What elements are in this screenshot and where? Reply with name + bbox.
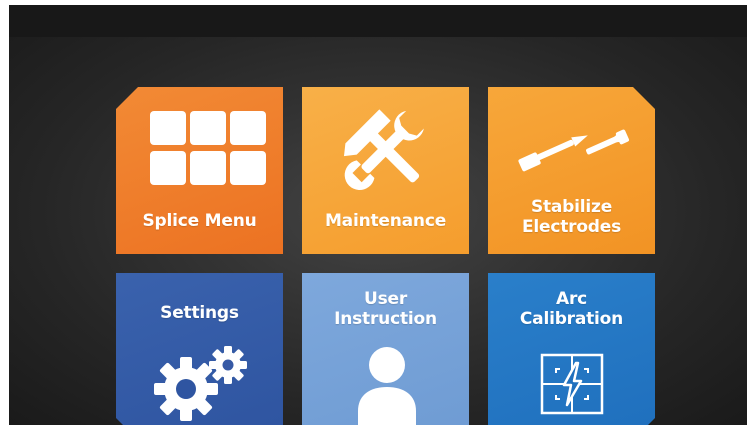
tools-icon (343, 109, 424, 190)
main-menu-panel: Splice Menu Maintenance Stabilize Electr… (9, 37, 747, 425)
user-label-line1: User (363, 289, 408, 309)
arc-label-line2: Calibration (519, 309, 624, 329)
gears-icon (146, 343, 256, 423)
stabilize-electrodes-label: Stabilize Electrodes (488, 197, 655, 237)
maintenance-tile[interactable]: Maintenance (302, 87, 469, 254)
arc-calibration-tile[interactable]: Arc Calibration (488, 273, 655, 425)
stabilize-electrodes-tile[interactable]: Stabilize Electrodes (488, 87, 655, 254)
splice-menu-tile[interactable]: Splice Menu (116, 87, 283, 254)
grid-icon (150, 111, 266, 185)
maintenance-label: Maintenance (324, 211, 447, 231)
settings-label: Settings (160, 303, 239, 323)
arc-label-line1: Arc (555, 289, 588, 309)
user-icon (358, 347, 416, 425)
user-label-line2: Instruction (334, 309, 437, 329)
stabilize-label-line2: Electrodes (521, 217, 622, 237)
arc-calibration-label: Arc Calibration (488, 289, 655, 329)
arc-calibration-icon (540, 353, 604, 415)
splice-menu-label: Splice Menu (142, 211, 257, 231)
user-instruction-label: User Instruction (302, 289, 469, 329)
user-instruction-tile[interactable]: User Instruction (302, 273, 469, 425)
electrodes-icon (514, 123, 630, 175)
device-screen: Splice Menu Maintenance Stabilize Electr… (9, 5, 747, 425)
top-bar (9, 5, 747, 37)
stabilize-label-line1: Stabilize (530, 197, 613, 217)
settings-tile[interactable]: Settings (116, 273, 283, 425)
